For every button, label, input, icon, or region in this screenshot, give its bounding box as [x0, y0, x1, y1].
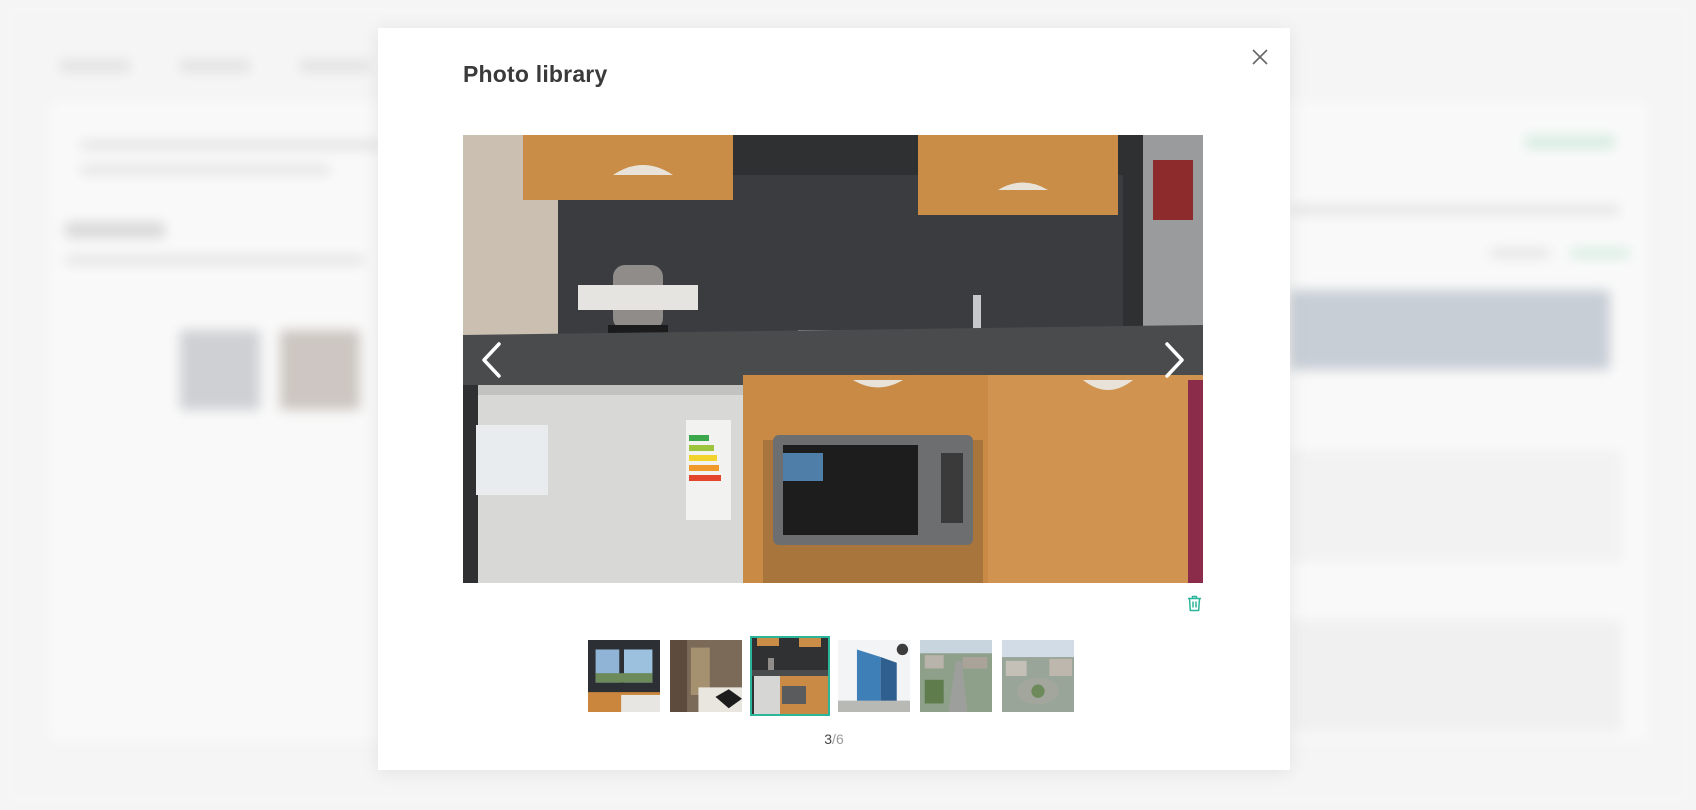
kitchenette-photo [463, 135, 1203, 583]
thumbnail-window-view[interactable] [586, 638, 662, 714]
modal-title: Photo library [463, 61, 608, 87]
photo-library-modal: Photo library 3/6 [378, 28, 1290, 770]
close-button[interactable] [1246, 43, 1274, 71]
thumbnail-image [752, 638, 828, 714]
next-photo-button[interactable] [1155, 335, 1195, 385]
delete-photo-button[interactable] [1184, 593, 1204, 613]
thumbnail-image [670, 640, 742, 712]
chevron-right-icon [1165, 342, 1184, 378]
photo-counter: 3/6 [378, 731, 1290, 747]
trash-icon [1187, 595, 1201, 611]
thumbnail-kitchenette[interactable] [750, 636, 830, 716]
counter-total: 6 [835, 731, 844, 747]
counter-current: 3 [824, 731, 833, 747]
thumbnail-bedroom[interactable] [668, 638, 744, 714]
thumbnail-image [838, 640, 910, 712]
main-photo [463, 135, 1203, 583]
previous-photo-button[interactable] [471, 335, 511, 385]
thumbnail-image [1002, 640, 1074, 712]
thumbnail-aerial-city-view[interactable] [918, 638, 994, 714]
close-icon [1252, 49, 1268, 65]
thumbnail-aerial-plaza-view[interactable] [1000, 638, 1076, 714]
thumbnail-building-exterior[interactable] [836, 638, 912, 714]
thumbnail-image [920, 640, 992, 712]
chevron-left-icon [482, 342, 501, 378]
thumbnail-image [588, 640, 660, 712]
thumbnail-strip [586, 636, 1076, 716]
